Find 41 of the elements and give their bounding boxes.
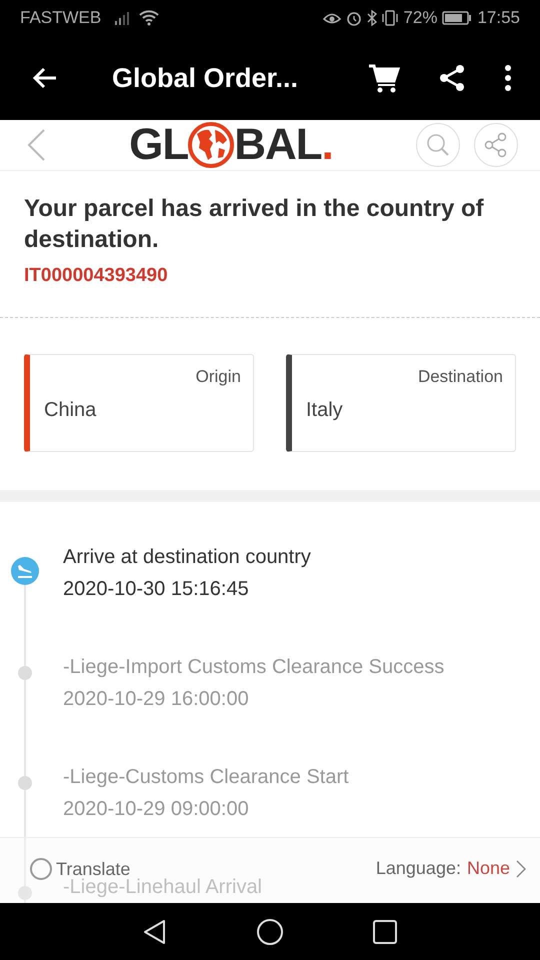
alarm-icon [346, 10, 362, 26]
battery-icon [442, 11, 472, 25]
logo-text: GL [129, 120, 188, 170]
country-name: Italy [306, 399, 344, 422]
vibrate-icon [382, 10, 398, 26]
logo-text: BAL [234, 120, 322, 170]
home-button[interactable] [256, 918, 284, 946]
battery-percent: 72% [403, 8, 438, 28]
carrier-name: FASTWEB [20, 8, 102, 28]
share-icon [483, 132, 509, 158]
bluetooth-icon [367, 10, 378, 26]
plane-landing-icon [10, 556, 40, 586]
wifi-icon [139, 10, 160, 26]
nav-back-button[interactable] [142, 918, 168, 946]
event-time: 2020-10-29 09:00:00 [63, 798, 250, 822]
square-icon [372, 918, 398, 944]
parcel-status: Your parcel has arrived in the country of destination. [24, 194, 485, 256]
logo-dot: . [322, 120, 333, 170]
event-time: 2020-10-30 15:16:45 [63, 578, 250, 602]
route-label: Destination [418, 367, 503, 388]
route-label: Origin [196, 367, 241, 388]
more-icon [504, 65, 512, 91]
event-title: -Liege-Customs Clearance Start [63, 766, 349, 790]
chevron-left-icon [26, 128, 46, 162]
chevron-right-icon [516, 860, 526, 878]
clock-time: 17:55 [477, 8, 520, 28]
eye-icon [323, 11, 342, 25]
event-title: -Liege-Import Customs Clearance Success [63, 656, 444, 680]
language-selector[interactable]: Language: None [376, 858, 526, 879]
app-title: Global Order... [112, 62, 300, 94]
circle-icon [256, 918, 284, 946]
cart-icon [368, 63, 400, 93]
event-time: 2020-10-29 16:00:00 [63, 688, 250, 712]
recents-button[interactable] [372, 918, 398, 944]
triangle-icon [142, 918, 168, 946]
event-title: Arrive at destination country [63, 546, 311, 570]
share-icon [438, 64, 466, 92]
tracking-number: IT000004393490 [24, 265, 169, 288]
back-arrow-icon [32, 67, 58, 89]
country-name: China [44, 399, 98, 422]
search-icon [425, 132, 451, 158]
